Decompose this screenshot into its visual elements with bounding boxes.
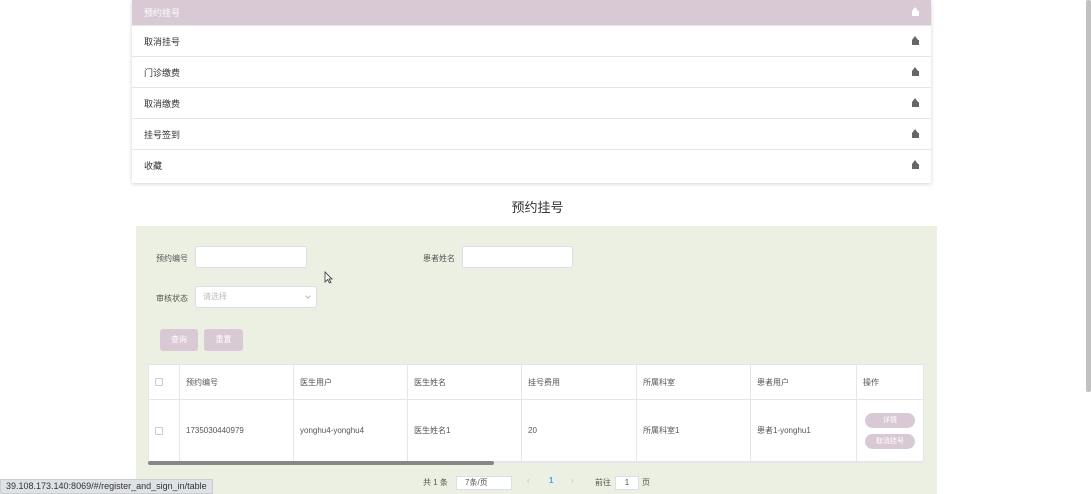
home-icon — [912, 7, 919, 16]
status-bar-url: 39.108.173.140:8069/#/register_and_sign_… — [0, 479, 213, 494]
cell-patient-user: 患者1-yonghu1 — [751, 400, 857, 461]
menu-item-label: 取消缴费 — [144, 98, 181, 109]
page-scrollbar[interactable] — [1086, 0, 1091, 392]
header-cell: 操作 — [863, 377, 879, 387]
cell-doctor-name: 医生姓名1 — [408, 400, 522, 461]
menu-item-appointment[interactable]: 预约挂号 — [132, 0, 931, 26]
header-cell: 医生用户 — [294, 365, 408, 399]
menu-item-favorites[interactable]: 收藏 — [132, 150, 931, 181]
patient-name-label: 患者姓名 — [423, 254, 455, 263]
goto-label: 前往 — [595, 478, 611, 487]
cell-fee: 20 — [522, 400, 637, 461]
table-row: 1735030440979 yonghu4-yonghu4 医生姓名1 20 所… — [149, 400, 923, 462]
next-page-icon[interactable]: › — [571, 476, 574, 485]
prev-page-icon[interactable]: ‹ — [527, 476, 530, 485]
goto-page-input[interactable]: 1 — [615, 476, 639, 490]
reset-button[interactable]: 重置 — [204, 329, 243, 351]
chevron-down-icon — [305, 293, 311, 299]
home-icon — [912, 128, 919, 138]
header-cell: 患者用户 — [751, 365, 857, 399]
table-horizontal-scrollbar[interactable] — [148, 461, 494, 465]
home-icon — [912, 160, 919, 169]
row-select-cell — [149, 400, 180, 461]
page-size-select[interactable]: 7条/页 — [456, 476, 512, 490]
header-select-cell — [149, 365, 180, 399]
home-icon — [912, 97, 919, 107]
page-size-value: 7条/页 — [465, 478, 488, 487]
status-select[interactable]: 请选择 — [195, 286, 317, 308]
patient-name-input[interactable] — [462, 246, 573, 268]
menu-item-cancel-appointment[interactable]: 取消挂号 — [132, 26, 931, 57]
query-button[interactable]: 查询 — [160, 329, 198, 351]
select-all-checkbox[interactable] — [155, 378, 163, 386]
page-title: 预约挂号 — [511, 200, 564, 215]
status-placeholder: 请选择 — [203, 292, 227, 301]
booking-no-label: 预约编号 — [156, 254, 188, 263]
page-suffix: 页 — [642, 478, 650, 487]
home-icon — [912, 35, 919, 45]
cell-booking-no: 1735030440979 — [180, 400, 294, 461]
detail-button[interactable]: 详情 — [865, 412, 915, 428]
table-header-row: 预约编号 医生用户 医生姓名 挂号费用 所属科室 患者用户 操作 — [149, 365, 923, 400]
header-cell: 医生姓名 — [408, 365, 522, 399]
appointment-table: 预约编号 医生用户 医生姓名 挂号费用 所属科室 患者用户 操作 1735030… — [148, 364, 924, 463]
pagination-total: 共 1 条 — [423, 478, 448, 487]
booking-no-input[interactable] — [195, 246, 307, 268]
menu-item-outpatient-payment[interactable]: 门诊缴费 — [132, 57, 931, 88]
menu-item-label: 收藏 — [144, 161, 163, 171]
header-cell: 所属科室 — [637, 365, 751, 399]
dropdown-menu: 预约挂号 取消挂号 门诊缴费 取消缴费 挂号签到 收藏 — [132, 0, 931, 183]
cell-department: 所属科室1 — [637, 400, 751, 461]
row-checkbox[interactable] — [155, 426, 163, 435]
mouse-cursor-icon — [324, 271, 333, 284]
header-cell: 挂号费用 — [522, 365, 637, 399]
menu-item-cancel-payment[interactable]: 取消缴费 — [132, 88, 931, 119]
status-label: 审核状态 — [156, 294, 188, 303]
menu-item-label: 挂号签到 — [144, 129, 181, 140]
menu-item-checkin[interactable]: 挂号签到 — [132, 119, 931, 150]
cell-doctor-user: yonghu4-yonghu4 — [294, 400, 408, 461]
menu-item-label: 预约挂号 — [144, 8, 181, 18]
header-cell: 预约编号 — [180, 365, 294, 399]
menu-item-label: 取消挂号 — [144, 36, 181, 47]
cell-actions: 详情 取消挂号 — [857, 400, 923, 461]
cancel-appointment-button[interactable]: 取消挂号 — [865, 433, 915, 449]
menu-item-label: 门诊缴费 — [144, 67, 181, 78]
home-icon — [912, 66, 919, 76]
current-page-number[interactable]: 1 — [549, 476, 553, 485]
